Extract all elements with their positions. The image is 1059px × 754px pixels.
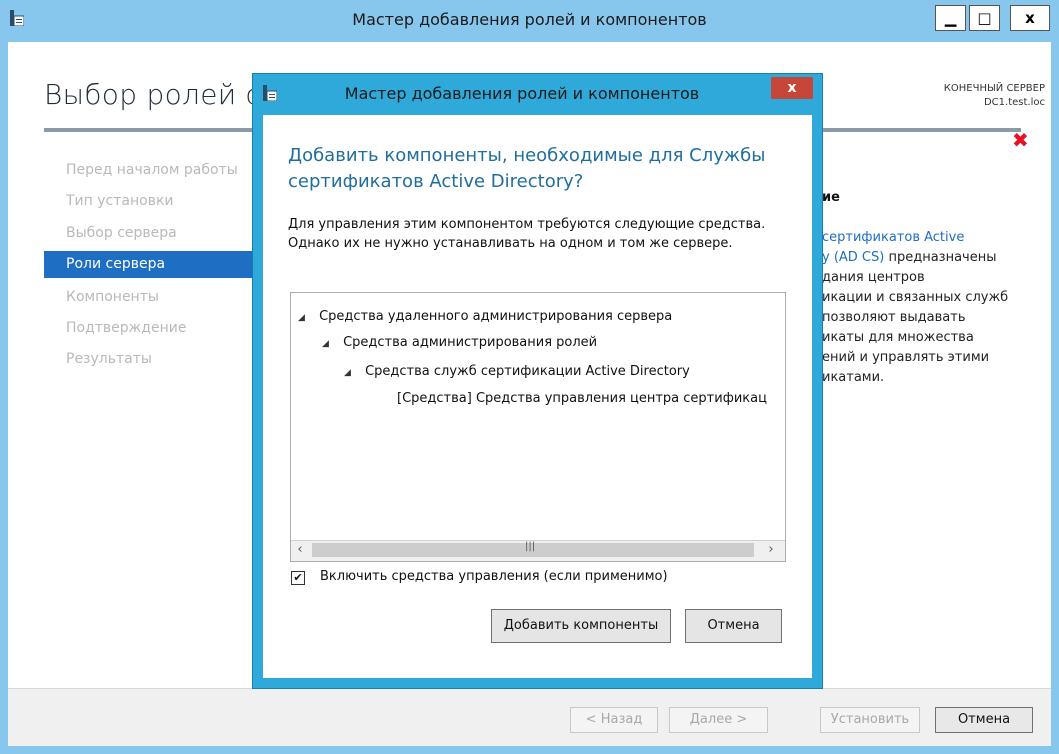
description-line: икатами. [822, 370, 885, 385]
page-title: Выбор ролей с [44, 78, 262, 111]
minimize-button[interactable]: ▁ [935, 5, 966, 31]
include-tools-checkbox[interactable]: ✔ [291, 571, 305, 585]
scroll-left-icon[interactable]: ‹ [291, 540, 309, 560]
nav-item-confirmation[interactable]: Подтверждение [44, 315, 254, 342]
nav-item-server-selection[interactable]: Выбор сервера [44, 220, 254, 247]
tree-node[interactable]: [Средства] Средства управления центра се… [397, 391, 779, 406]
nav-item-features[interactable]: Компоненты [44, 284, 254, 311]
dialog-description: Для управления этим компонентом требуютс… [288, 217, 766, 251]
tree-node[interactable]: ◢ Средства служб сертификации Active Dir… [344, 364, 690, 379]
description-line: икации и связанных служб [822, 290, 1009, 305]
nav-item-results[interactable]: Результаты [44, 346, 254, 373]
destination-server-label: КОНЕЧНЫЙ СЕРВЕР [943, 83, 1045, 94]
outer-window-title: Мастер добавления ролей и компонентов [352, 10, 707, 29]
description-line: y (AD CS) предназначены [822, 250, 997, 265]
nav-item-server-roles[interactable]: Роли сервера [44, 251, 254, 278]
dialog-cancel-button[interactable]: Отмена [685, 609, 782, 643]
required-tools-tree[interactable] [290, 292, 786, 562]
expand-triangle-icon[interactable]: ◢ [322, 339, 329, 349]
dialog-heading: Добавить компоненты, необходимые для Слу… [288, 145, 766, 192]
nav-item-installation-type[interactable]: Тип установки [44, 188, 254, 215]
description-link[interactable]: y (AD CS) [822, 250, 884, 265]
scroll-right-icon[interactable]: › [762, 540, 780, 560]
tree-node[interactable]: ◢ Средства администрирования ролей [322, 335, 597, 350]
cancel-button[interactable]: Отмена [935, 707, 1033, 733]
description-line: позволяют выдавать [822, 310, 966, 325]
description-line: дания центров [822, 270, 925, 285]
tree-node[interactable]: ◢ Средства удаленного администрирования … [298, 309, 672, 324]
description-title: ие [822, 190, 840, 205]
description-line: икаты для множества [822, 330, 974, 345]
scroll-grip-icon: ||| [525, 541, 536, 552]
expand-triangle-icon[interactable]: ◢ [298, 313, 305, 323]
description-link[interactable]: сертификатов Active [822, 230, 964, 245]
install-button[interactable]: Установить [820, 707, 920, 733]
destination-server-name: DC1.test.loc [983, 97, 1045, 108]
include-tools-label[interactable]: Включить средства управления (если приме… [320, 569, 668, 584]
close-button[interactable]: x [1010, 5, 1050, 31]
dialog-close-button[interactable]: x [771, 77, 813, 99]
description-line: сертификатов Active [822, 230, 964, 245]
dialog-title: Мастер добавления ролей и компонентов [344, 84, 700, 103]
next-button[interactable]: Далее > [669, 707, 768, 733]
add-features-button[interactable]: Добавить компоненты [491, 609, 671, 643]
back-button[interactable]: < Назад [570, 707, 658, 733]
description-line: ений и управлять этими [822, 350, 990, 365]
maximize-button[interactable]: □ [969, 5, 1000, 31]
error-icon[interactable]: ✖ [1012, 128, 1029, 152]
nav-item-before-you-begin[interactable]: Перед началом работы [44, 157, 254, 184]
expand-triangle-icon[interactable]: ◢ [344, 368, 351, 378]
